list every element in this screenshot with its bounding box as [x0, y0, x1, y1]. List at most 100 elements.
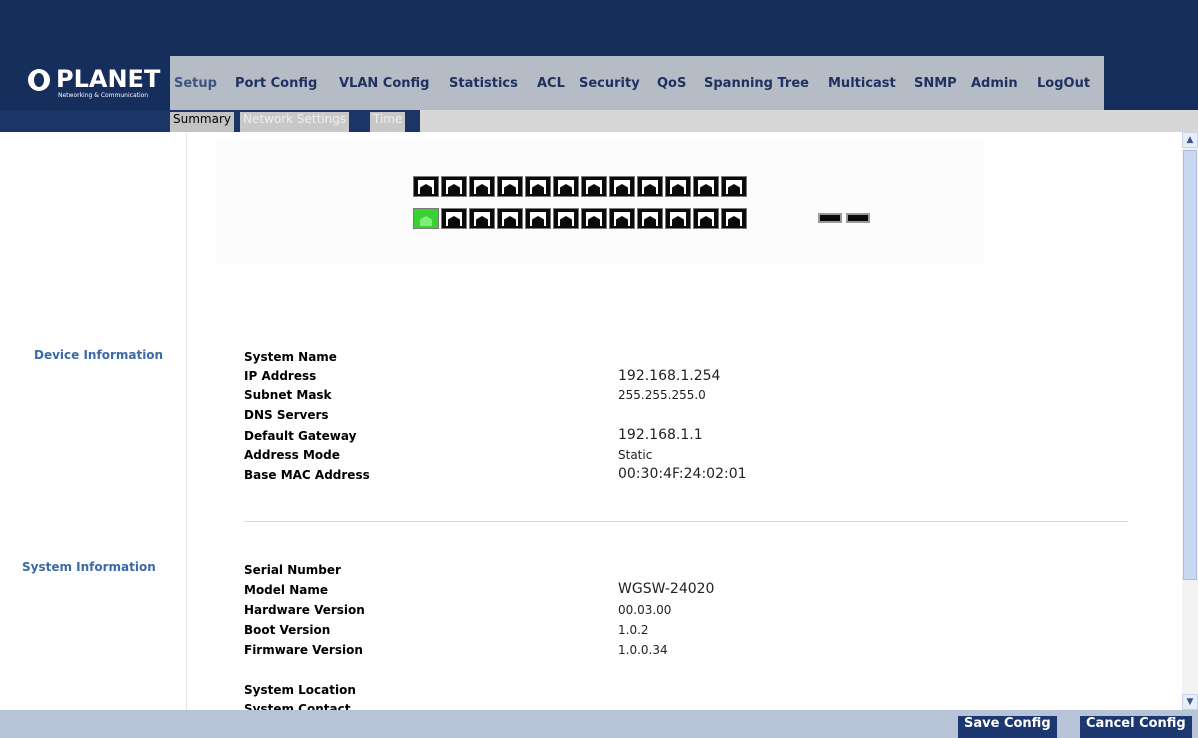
rj45-jack-icon	[474, 180, 490, 194]
menu-admin[interactable]: Admin	[971, 76, 1018, 91]
menu-acl[interactable]: ACL	[537, 76, 565, 91]
footer-bar: Save Config Cancel Config	[0, 710, 1198, 738]
model-name-label: Model Name	[244, 583, 328, 597]
port-bottom-2-icon[interactable]	[441, 208, 467, 229]
rj45-jack-icon	[726, 180, 742, 194]
rj45-jack-icon	[614, 212, 630, 226]
serial-number-label: Serial Number	[244, 563, 341, 577]
port-top-9-icon[interactable]	[637, 176, 663, 197]
port-top-2-icon[interactable]	[441, 176, 467, 197]
brand-name: PLANET	[56, 65, 161, 93]
hardware-version-label: Hardware Version	[244, 603, 365, 617]
menu-spanning-tree[interactable]: Spanning Tree	[704, 76, 809, 91]
address-mode-label: Address Mode	[244, 448, 340, 462]
rj45-jack-icon	[698, 212, 714, 226]
port-bottom-1-icon[interactable]	[413, 208, 439, 229]
cancel-config-button[interactable]: Cancel Config	[1080, 716, 1192, 738]
content-area: Device Information System Name IP Addres…	[0, 132, 1182, 710]
port-top-3-icon[interactable]	[469, 176, 495, 197]
dns-servers-label: DNS Servers	[244, 408, 329, 422]
ip-address-value: 192.168.1.254	[618, 368, 721, 384]
rj45-jack-icon	[586, 212, 602, 226]
sfp-port-2-icon[interactable]	[846, 213, 870, 223]
menu-statistics[interactable]: Statistics	[449, 76, 518, 91]
tab-summary[interactable]: Summary	[170, 112, 234, 132]
rj45-jack-icon	[614, 180, 630, 194]
section-divider	[244, 521, 1128, 522]
rj45-jack-icon	[558, 180, 574, 194]
ip-address-label: IP Address	[244, 369, 317, 383]
sfp-port-1-icon[interactable]	[818, 213, 842, 223]
port-top-5-icon[interactable]	[525, 176, 551, 197]
tab-time[interactable]: Time	[370, 112, 406, 132]
menu-qos[interactable]: QoS	[657, 76, 686, 91]
menu-snmp[interactable]: SNMP	[914, 76, 957, 91]
boot-version-label: Boot Version	[244, 623, 331, 637]
subnav-bar	[420, 110, 1198, 132]
rj45-jack-icon	[670, 180, 686, 194]
port-top-7-icon[interactable]	[581, 176, 607, 197]
rj45-jack-icon	[642, 180, 658, 194]
base-mac-address-label: Base MAC Address	[244, 468, 370, 482]
port-top-12-icon[interactable]	[721, 176, 747, 197]
planet-logo-icon	[28, 69, 50, 91]
column-divider	[186, 132, 187, 710]
firmware-version-value: 1.0.0.34	[618, 643, 668, 657]
port-bottom-7-icon[interactable]	[581, 208, 607, 229]
port-bottom-4-icon[interactable]	[497, 208, 523, 229]
default-gateway-value: 192.168.1.1	[618, 427, 703, 443]
scroll-up-icon[interactable]: ▲	[1182, 132, 1198, 148]
rj45-jack-icon	[670, 212, 686, 226]
boot-version-value: 1.0.2	[618, 623, 649, 637]
port-top-1-icon[interactable]	[413, 176, 439, 197]
default-gateway-label: Default Gateway	[244, 429, 357, 443]
port-bottom-6-icon[interactable]	[553, 208, 579, 229]
rj45-jack-icon	[726, 212, 742, 226]
rj45-jack-icon	[446, 180, 462, 194]
port-bottom-3-icon[interactable]	[469, 208, 495, 229]
port-top-4-icon[interactable]	[497, 176, 523, 197]
brand-tagline: Networking & Communication	[58, 92, 149, 99]
sub-navigation: Summary Network Settings Time	[0, 110, 1198, 132]
system-contact-label: System Contact	[244, 702, 351, 710]
rj45-jack-icon	[698, 180, 714, 194]
menu-security[interactable]: Security	[579, 76, 640, 91]
scroll-thumb[interactable]	[1183, 150, 1197, 580]
system-information-title: System Information	[22, 560, 156, 574]
switch-port-panel	[216, 140, 984, 265]
rj45-jack-icon	[502, 212, 518, 226]
port-bottom-8-icon[interactable]	[609, 208, 635, 229]
menu-setup[interactable]: Setup	[174, 76, 217, 91]
rj45-jack-icon	[642, 212, 658, 226]
rj45-jack-icon	[446, 212, 462, 226]
menu-port-config[interactable]: Port Config	[235, 76, 317, 91]
firmware-version-label: Firmware Version	[244, 643, 363, 657]
rj45-jack-icon	[586, 180, 602, 194]
tab-network-settings[interactable]: Network Settings	[240, 112, 350, 132]
port-top-6-icon[interactable]	[553, 176, 579, 197]
menu-logout[interactable]: LogOut	[1037, 76, 1090, 91]
subnet-mask-label: Subnet Mask	[244, 388, 332, 402]
main-menu: Setup Port Config VLAN Config Statistics…	[170, 56, 1104, 110]
rj45-jack-icon	[530, 212, 546, 226]
system-name-label: System Name	[244, 350, 337, 364]
port-bottom-11-icon[interactable]	[693, 208, 719, 229]
menu-multicast[interactable]: Multicast	[828, 76, 896, 91]
port-top-10-icon[interactable]	[665, 176, 691, 197]
port-bottom-10-icon[interactable]	[665, 208, 691, 229]
port-bottom-9-icon[interactable]	[637, 208, 663, 229]
port-bottom-12-icon[interactable]	[721, 208, 747, 229]
menu-vlan-config[interactable]: VLAN Config	[339, 76, 429, 91]
rj45-jack-icon	[502, 180, 518, 194]
vertical-scrollbar[interactable]: ▲ ▼	[1182, 132, 1198, 710]
scroll-down-icon[interactable]: ▼	[1182, 694, 1198, 710]
rj45-jack-icon	[530, 180, 546, 194]
rj45-jack-icon	[418, 180, 434, 194]
hardware-version-value: 00.03.00	[618, 603, 672, 617]
save-config-button[interactable]: Save Config	[958, 716, 1057, 738]
port-top-11-icon[interactable]	[693, 176, 719, 197]
port-bottom-5-icon[interactable]	[525, 208, 551, 229]
base-mac-address-value: 00:30:4F:24:02:01	[618, 466, 747, 482]
device-information-title: Device Information	[34, 348, 164, 362]
port-top-8-icon[interactable]	[609, 176, 635, 197]
